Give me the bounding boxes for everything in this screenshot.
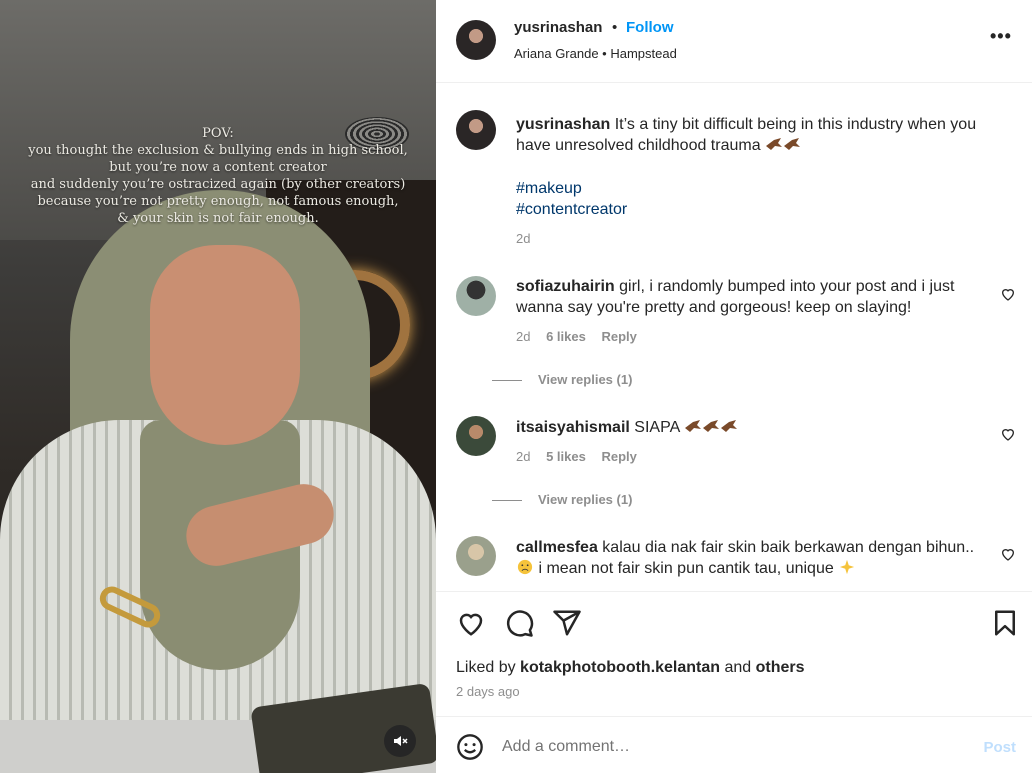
post-time[interactable]: 2 days ago bbox=[456, 684, 520, 699]
avatar[interactable] bbox=[456, 20, 496, 60]
liked-user[interactable]: kotakphotobooth.kelantan bbox=[520, 659, 720, 676]
muted-speaker-icon bbox=[394, 736, 408, 746]
comments-list[interactable]: yusrinashan It’s a tiny bit difficult be… bbox=[436, 84, 1032, 591]
avatar[interactable] bbox=[456, 110, 496, 150]
more-options-button[interactable]: ••• bbox=[990, 26, 1014, 50]
post-comment-button[interactable]: Post bbox=[983, 739, 1016, 756]
post-actions: Liked by kotakphotobooth.kelantan and ot… bbox=[436, 591, 1032, 716]
caption-line: POV: bbox=[202, 126, 234, 141]
avatar[interactable] bbox=[456, 536, 496, 576]
comment-meta: 2d 6 likes Reply bbox=[516, 326, 986, 347]
comment-time: 2d bbox=[516, 449, 531, 464]
caption-meta: 2d bbox=[516, 228, 986, 249]
comment-username[interactable]: sofiazuhairin bbox=[516, 278, 615, 295]
comment-text: kalau dia nak fair skin baik berkawan de… bbox=[602, 539, 975, 556]
liked-prefix: Liked by bbox=[456, 659, 516, 676]
frowning-face-emoji bbox=[517, 559, 533, 575]
bird-emoji bbox=[766, 138, 783, 150]
comment-body: callmesfea kalau dia nak fair skin baik … bbox=[516, 537, 986, 579]
share-icon[interactable] bbox=[552, 608, 582, 638]
caption-line: but you’re now a content creator bbox=[109, 160, 327, 175]
reply-button[interactable]: Reply bbox=[601, 329, 636, 344]
comment-text: i mean not fair skin pun cantik tau, uni… bbox=[538, 560, 834, 577]
comment-icon[interactable] bbox=[504, 608, 534, 638]
comment-body: sofiazuhairin girl, i randomly bumped in… bbox=[516, 276, 986, 347]
heart-icon[interactable] bbox=[1000, 426, 1016, 442]
hashtag-link[interactable]: #contentcreator bbox=[516, 199, 986, 220]
heart-icon[interactable] bbox=[456, 608, 486, 638]
liked-by: Liked by kotakphotobooth.kelantan and ot… bbox=[456, 659, 805, 677]
avatar[interactable] bbox=[456, 276, 496, 316]
comment-username[interactable]: itsaisyahismail bbox=[516, 419, 630, 436]
sparkles-emoji bbox=[840, 559, 855, 575]
post-panel: yusrinashan • Follow Ariana Grande • Ham… bbox=[436, 0, 1032, 773]
heart-icon[interactable] bbox=[1000, 546, 1016, 562]
caption-username[interactable]: yusrinashan bbox=[516, 116, 610, 133]
caption-line: because you’re not pretty enough, not fa… bbox=[37, 194, 399, 209]
hashtag-link[interactable]: #makeup bbox=[516, 178, 986, 199]
caption-body: yusrinashan It’s a tiny bit difficult be… bbox=[516, 114, 986, 249]
caption-line: you thought the exclusion & bullying end… bbox=[28, 143, 408, 158]
comment-text: SIAPA bbox=[634, 419, 680, 436]
comment-username[interactable]: callmesfea bbox=[516, 539, 598, 556]
comment-meta: 2d 5 likes Reply bbox=[516, 446, 986, 467]
post-media[interactable]: POV: you thought the exclusion & bullyin… bbox=[0, 0, 436, 773]
avatar[interactable] bbox=[456, 416, 496, 456]
liked-and: and bbox=[724, 659, 752, 676]
reply-button[interactable]: Reply bbox=[601, 449, 636, 464]
bird-emoji bbox=[702, 420, 719, 432]
comment-time: 2d bbox=[516, 329, 531, 344]
caption-line: and suddenly you’re ostracized again (by… bbox=[30, 177, 406, 192]
comment-body: itsaisyahismail SIAPA 2d 5 likes Reply bbox=[516, 417, 986, 467]
face bbox=[150, 245, 300, 445]
author-username[interactable]: yusrinashan bbox=[514, 19, 602, 36]
bird-emoji bbox=[784, 138, 801, 150]
comment-likes[interactable]: 5 likes bbox=[546, 449, 586, 464]
heart-icon[interactable] bbox=[1000, 286, 1016, 302]
view-replies-button[interactable]: View replies (1) bbox=[538, 372, 632, 387]
post-header: yusrinashan • Follow Ariana Grande • Ham… bbox=[436, 0, 1032, 83]
bird-emoji bbox=[684, 420, 701, 432]
comment-likes[interactable]: 6 likes bbox=[546, 329, 586, 344]
view-replies-button[interactable]: View replies (1) bbox=[538, 492, 632, 507]
mute-button[interactable] bbox=[384, 725, 416, 757]
emoji-picker-icon[interactable] bbox=[456, 733, 484, 761]
media-caption-overlay: POV: you thought the exclusion & bullyin… bbox=[0, 125, 436, 227]
follow-button[interactable]: Follow bbox=[626, 19, 674, 36]
caption-line: & your skin is not fair enough. bbox=[117, 211, 319, 226]
liked-others[interactable]: others bbox=[756, 659, 805, 676]
comment-time: 2d bbox=[516, 231, 531, 246]
audio-location[interactable]: Ariana Grande • Hampstead bbox=[514, 46, 677, 61]
comment-input[interactable] bbox=[502, 729, 942, 765]
add-comment-bar: Post bbox=[436, 716, 1032, 773]
separator-dot: • bbox=[612, 19, 618, 36]
bookmark-icon[interactable] bbox=[990, 608, 1020, 638]
bird-emoji bbox=[720, 420, 737, 432]
